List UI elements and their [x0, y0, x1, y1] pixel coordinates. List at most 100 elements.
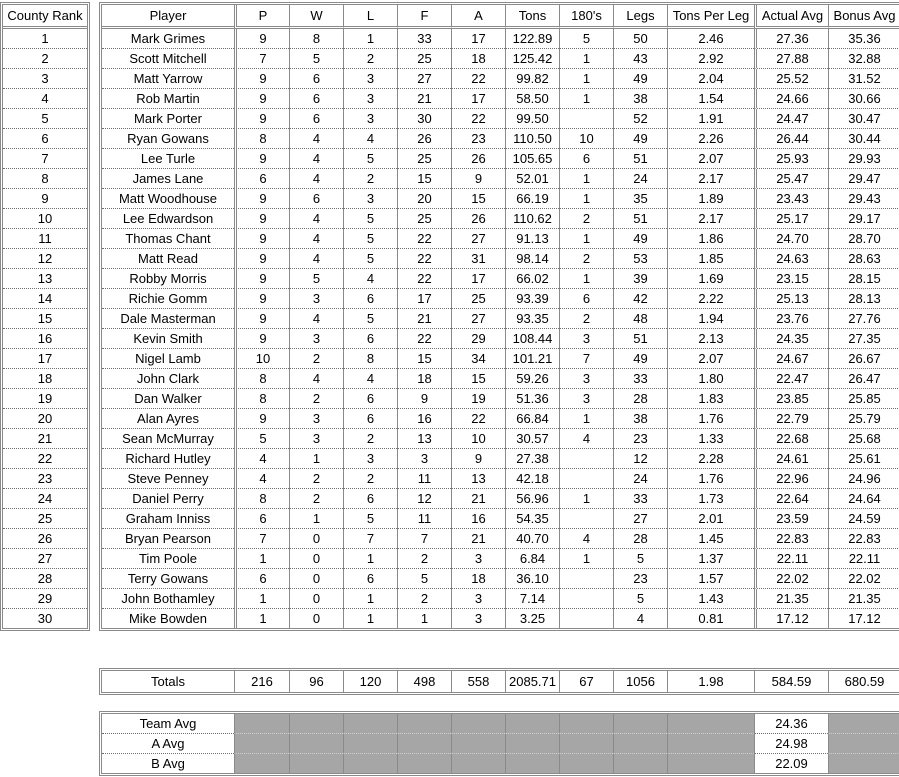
county-rank-cell: 6 [3, 129, 87, 149]
header-tons-per-leg: Tons Per Leg [667, 5, 754, 29]
rank-row: 25 [3, 509, 87, 529]
cell-player: Scott Mitchell [102, 49, 234, 69]
cell-w: 2 [289, 349, 343, 369]
totals-row: Totals 216 96 120 498 558 2085.71 67 1056 1.98 584… [102, 671, 899, 692]
cell-l: 4 [343, 129, 397, 149]
cell-l: 4 [343, 269, 397, 289]
cell-180s [559, 109, 613, 129]
cell-tons-per-leg: 1.45 [667, 529, 754, 549]
cell-180s: 2 [559, 249, 613, 269]
cell-tons: 59.26 [505, 369, 559, 389]
cell-tons-per-leg: 1.86 [667, 229, 754, 249]
cell-legs: 51 [613, 209, 667, 229]
cell-w: 0 [289, 529, 343, 549]
cell-f: 9 [397, 389, 451, 409]
cell-tons-per-leg: 2.01 [667, 509, 754, 529]
cell-180s: 1 [559, 489, 613, 509]
cell-w: 4 [289, 309, 343, 329]
cell-actual-avg: 21.35 [754, 589, 828, 609]
cell-180s [559, 509, 613, 529]
cell-legs: 49 [613, 129, 667, 149]
cell-f: 22 [397, 249, 451, 269]
table-row: Mark Grimes 9 8 1 33 17 122.89 5 50 2.46 27.36 35.3… [102, 29, 899, 49]
cell-legs: 23 [613, 569, 667, 589]
rank-row: 7 [3, 149, 87, 169]
cell-l: 6 [343, 409, 397, 429]
rank-row: 6 [3, 129, 87, 149]
shaded-cell [505, 714, 559, 734]
cell-player: Daniel Perry [102, 489, 234, 509]
cell-p: 8 [234, 389, 289, 409]
cell-180s [559, 469, 613, 489]
cell-f: 27 [397, 69, 451, 89]
cell-l: 5 [343, 509, 397, 529]
header-a: A [451, 5, 505, 29]
table-row: James Lane 6 4 2 15 9 52.01 1 24 2.17 25.47 29.47 [102, 169, 899, 189]
cell-180s: 4 [559, 429, 613, 449]
cell-tons: 93.35 [505, 309, 559, 329]
shaded-cell [505, 754, 559, 773]
cell-w: 4 [289, 209, 343, 229]
cell-legs: 43 [613, 49, 667, 69]
cell-180s: 1 [559, 549, 613, 569]
cell-player: Steve Penney [102, 469, 234, 489]
shaded-cell [559, 734, 613, 754]
cell-w: 0 [289, 609, 343, 628]
cell-l: 5 [343, 309, 397, 329]
cell-f: 11 [397, 469, 451, 489]
cell-a: 34 [451, 349, 505, 369]
shaded-cell [667, 734, 754, 754]
cell-a: 18 [451, 49, 505, 69]
cell-tons-per-leg: 2.92 [667, 49, 754, 69]
cell-a: 27 [451, 229, 505, 249]
cell-player: Alan Ayres [102, 409, 234, 429]
table-row: Matt Read 9 4 5 22 31 98.14 2 53 1.85 24.63 28.63 [102, 249, 899, 269]
cell-a: 13 [451, 469, 505, 489]
cell-bonus-avg: 25.61 [828, 449, 899, 469]
cell-actual-avg: 22.79 [754, 409, 828, 429]
cell-tons-per-leg: 2.17 [667, 169, 754, 189]
cell-actual-avg: 22.47 [754, 369, 828, 389]
cell-p: 8 [234, 369, 289, 389]
cell-tons-per-leg: 1.54 [667, 89, 754, 109]
cell-a: 23 [451, 129, 505, 149]
cell-tons-per-leg: 1.89 [667, 189, 754, 209]
cell-a: 15 [451, 189, 505, 209]
cell-legs: 50 [613, 29, 667, 49]
cell-tons: 30.57 [505, 429, 559, 449]
cell-tons: 36.10 [505, 569, 559, 589]
cell-legs: 38 [613, 409, 667, 429]
cell-legs: 42 [613, 289, 667, 309]
cell-l: 3 [343, 109, 397, 129]
cell-a: 22 [451, 69, 505, 89]
cell-l: 2 [343, 49, 397, 69]
cell-tons: 58.50 [505, 89, 559, 109]
rank-row: 29 [3, 589, 87, 609]
cell-legs: 51 [613, 329, 667, 349]
cell-bonus-avg: 29.43 [828, 189, 899, 209]
cell-bonus-avg: 22.02 [828, 569, 899, 589]
cell-tons: 42.18 [505, 469, 559, 489]
cell-tons-per-leg: 2.04 [667, 69, 754, 89]
cell-a: 9 [451, 169, 505, 189]
cell-p: 4 [234, 449, 289, 469]
total-tons-per-leg: 1.98 [667, 671, 754, 692]
cell-180s: 1 [559, 169, 613, 189]
cell-a: 31 [451, 249, 505, 269]
cell-tons-per-leg: 1.94 [667, 309, 754, 329]
cell-f: 13 [397, 429, 451, 449]
cell-w: 1 [289, 509, 343, 529]
cell-actual-avg: 27.88 [754, 49, 828, 69]
county-rank-cell: 15 [3, 309, 87, 329]
cell-actual-avg: 22.83 [754, 529, 828, 549]
table-row: Thomas Chant 9 4 5 22 27 91.13 1 49 1.86 24.70 28.7… [102, 229, 899, 249]
cell-tons: 91.13 [505, 229, 559, 249]
total-180s: 67 [559, 671, 613, 692]
table-row: Matt Yarrow 9 6 3 27 22 99.82 1 49 2.04 25.52 31.52 [102, 69, 899, 89]
cell-tons: 66.02 [505, 269, 559, 289]
cell-f: 25 [397, 149, 451, 169]
cell-tons-per-leg: 1.85 [667, 249, 754, 269]
cell-180s [559, 609, 613, 628]
table-row: Steve Penney 4 2 2 11 13 42.18 24 1.76 22.96 24.96 [102, 469, 899, 489]
county-rank-cell: 23 [3, 469, 87, 489]
